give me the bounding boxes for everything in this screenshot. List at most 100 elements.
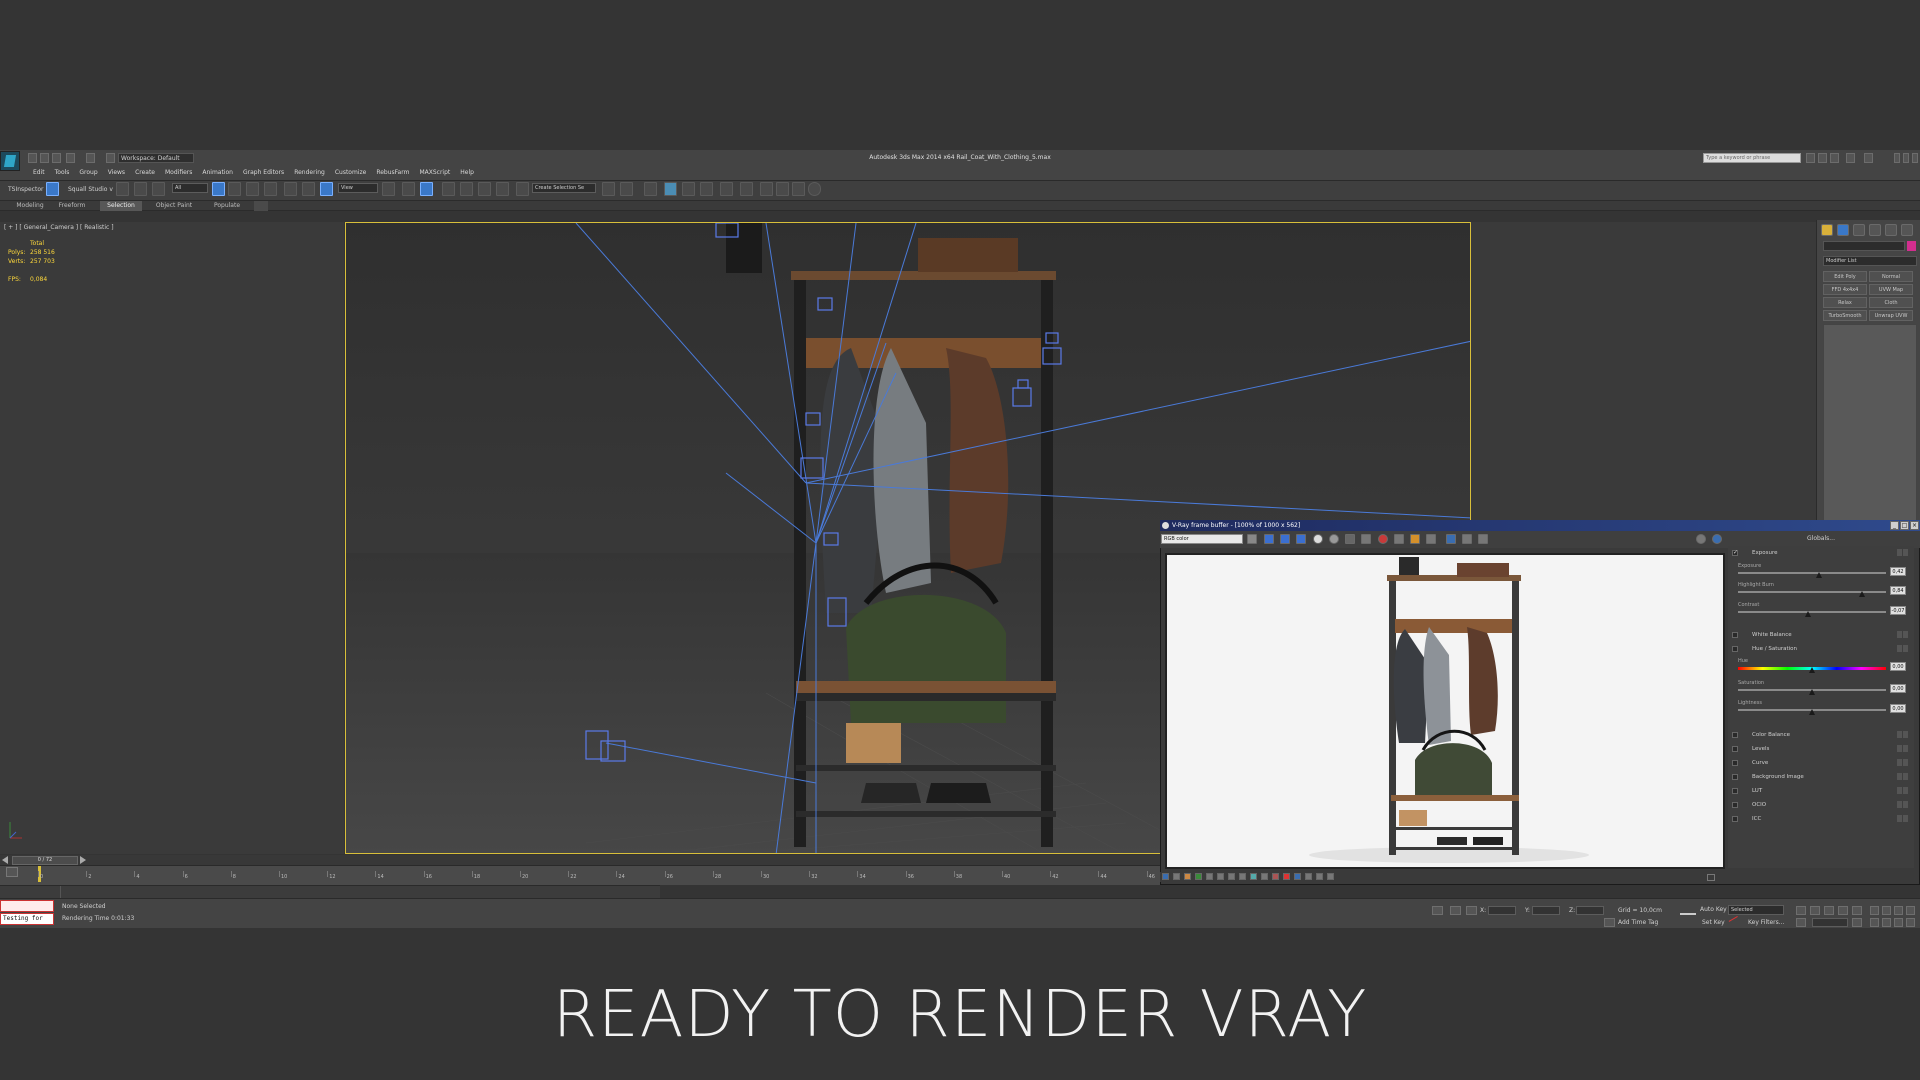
vfb-maximize-icon[interactable]: □ xyxy=(1900,521,1909,530)
viewport-label[interactable]: [ + ] [ General_Camera ] [ Realistic ] xyxy=(4,224,114,231)
render-last-icon[interactable] xyxy=(1446,534,1456,544)
key-mode-toggle-icon[interactable] xyxy=(1796,918,1806,927)
green-channel-icon[interactable] xyxy=(1280,534,1290,544)
correction-options-icon[interactable] xyxy=(1896,549,1910,557)
menu-item-edit[interactable]: Edit xyxy=(28,168,50,178)
scene-explorer-icon[interactable] xyxy=(644,182,657,196)
display-tab-icon[interactable] xyxy=(1885,224,1897,236)
object-color-swatch[interactable] xyxy=(1907,241,1916,251)
slider-handle[interactable] xyxy=(1809,709,1815,715)
select-by-name-icon[interactable] xyxy=(228,182,241,196)
selection-lock-icon[interactable] xyxy=(1432,906,1443,915)
render-production-icon[interactable] xyxy=(792,182,805,196)
duplicate-icon[interactable] xyxy=(1394,534,1404,544)
named-selection-set-dropdown[interactable]: Create Selection Se xyxy=(532,183,596,193)
correction-slider[interactable]: Exposure 0,42 xyxy=(1738,563,1908,579)
add-time-tag-button[interactable]: Add Time Tag xyxy=(1618,919,1658,926)
vfb-info-icon[interactable] xyxy=(1712,534,1722,544)
app-logo-button[interactable] xyxy=(0,151,20,171)
lock-icon[interactable] xyxy=(1450,906,1461,915)
pan-view-icon[interactable] xyxy=(1882,918,1891,927)
vfb-tool-icon[interactable] xyxy=(1294,873,1301,880)
project-folder-icon[interactable] xyxy=(106,153,115,163)
vfb-tool-icon[interactable] xyxy=(1250,873,1257,880)
correction-checkbox[interactable] xyxy=(1732,646,1738,652)
maximize-viewport-icon[interactable] xyxy=(1906,918,1915,927)
absolute-mode-icon[interactable] xyxy=(1466,906,1477,915)
alpha-channel-icon[interactable] xyxy=(1313,534,1323,544)
next-key-icon[interactable] xyxy=(1838,906,1848,915)
subscription-icon[interactable] xyxy=(1818,153,1827,163)
menu-item-animation[interactable]: Animation xyxy=(197,168,238,178)
slider-handle[interactable] xyxy=(1809,667,1815,673)
load-file-icon[interactable] xyxy=(1361,534,1371,544)
unlink-icon[interactable] xyxy=(134,182,147,196)
snaps-toggle-icon[interactable] xyxy=(442,182,455,196)
correction-options-icon[interactable] xyxy=(1896,773,1910,781)
y-coordinate-field[interactable] xyxy=(1532,906,1560,915)
selection-filter-dropdown[interactable]: All xyxy=(172,183,208,193)
zoom-extents-all-icon[interactable] xyxy=(1906,906,1915,915)
vfb-tool-icon[interactable] xyxy=(1228,873,1235,880)
vfb-tool-icon[interactable] xyxy=(1239,873,1246,880)
zoom-all-icon[interactable] xyxy=(1882,906,1891,915)
percent-snap-icon[interactable] xyxy=(478,182,491,196)
vfb-channel-dropdown[interactable]: RGB color xyxy=(1161,534,1243,544)
correction-slider[interactable]: Lightness 0,00 xyxy=(1738,700,1908,716)
vfb-close-icon[interactable]: × xyxy=(1910,521,1919,530)
red-channel-icon[interactable] xyxy=(1264,534,1274,544)
frame-counter[interactable]: 0 / 72 xyxy=(12,856,78,865)
slider-handle[interactable] xyxy=(1816,572,1823,578)
color-correction-row[interactable]: LUT xyxy=(1732,786,1912,796)
vfb-tool-icon[interactable] xyxy=(1272,873,1279,880)
correction-checkbox[interactable] xyxy=(1732,760,1738,766)
clear-image-icon[interactable] xyxy=(1378,534,1388,544)
squall-studio-label[interactable]: Squall Studio v xyxy=(68,183,113,197)
modifier-stack[interactable] xyxy=(1823,324,1917,524)
menu-item-create[interactable]: Create xyxy=(130,168,160,178)
schematic-view-icon[interactable] xyxy=(720,182,733,196)
correction-options-icon[interactable] xyxy=(1896,731,1910,739)
maximize-icon[interactable] xyxy=(1903,153,1909,163)
correction-checkbox[interactable] xyxy=(1732,802,1738,808)
vfb-resize-icon[interactable] xyxy=(1707,874,1715,881)
correction-options-icon[interactable] xyxy=(1896,759,1910,767)
curve-editor-icon[interactable] xyxy=(700,182,713,196)
link-settings-icon[interactable] xyxy=(1462,534,1472,544)
menu-item-tools[interactable]: Tools xyxy=(50,168,75,178)
vfb-minimize-icon[interactable]: _ xyxy=(1890,521,1899,530)
tab-object-paint[interactable]: Object Paint xyxy=(150,201,198,211)
bind-space-warp-icon[interactable] xyxy=(152,182,165,196)
slider-value-field[interactable]: 0,42 xyxy=(1890,567,1906,576)
edit-named-selection-icon[interactable] xyxy=(516,182,529,196)
correction-options-icon[interactable] xyxy=(1896,801,1910,809)
modifier-button[interactable]: Cloth xyxy=(1869,297,1913,308)
go-to-start-icon[interactable] xyxy=(1796,906,1806,915)
key-filters-button[interactable]: Key Filters... xyxy=(1748,919,1785,926)
open-file-icon[interactable] xyxy=(40,153,49,163)
vfb-tool-icon[interactable] xyxy=(1305,873,1312,880)
menu-item-group[interactable]: Group xyxy=(74,168,102,178)
menu-item-rebusfarm[interactable]: RebusFarm xyxy=(371,168,414,178)
mini-curve-editor-icon[interactable] xyxy=(6,867,18,877)
rebusfarm-icon[interactable] xyxy=(808,182,821,196)
angle-snap-icon[interactable] xyxy=(460,182,473,196)
modifier-list-dropdown[interactable]: Modifier List xyxy=(1823,256,1917,266)
help-icon[interactable] xyxy=(1864,153,1873,163)
rendered-image[interactable] xyxy=(1165,553,1725,869)
create-tab-icon[interactable] xyxy=(1821,224,1833,236)
x-coordinate-field[interactable] xyxy=(1488,906,1516,915)
modifier-button[interactable]: Unwrap UVW xyxy=(1869,310,1913,321)
set-key-button[interactable]: Set Key xyxy=(1702,919,1725,926)
tab-freeform[interactable]: Freeform xyxy=(52,201,92,211)
history-icon[interactable] xyxy=(1478,534,1488,544)
spinner-snap-icon[interactable] xyxy=(496,182,509,196)
color-correction-row[interactable]: Curve xyxy=(1732,758,1912,768)
select-object-icon[interactable] xyxy=(212,182,225,196)
rotate-icon[interactable] xyxy=(302,182,315,196)
slider-value-field[interactable]: 0,00 xyxy=(1890,662,1906,671)
slider-track[interactable] xyxy=(1738,611,1886,613)
close-icon[interactable] xyxy=(1912,153,1918,163)
new-file-icon[interactable] xyxy=(28,153,37,163)
modifier-button[interactable]: TurboSmooth xyxy=(1823,310,1867,321)
